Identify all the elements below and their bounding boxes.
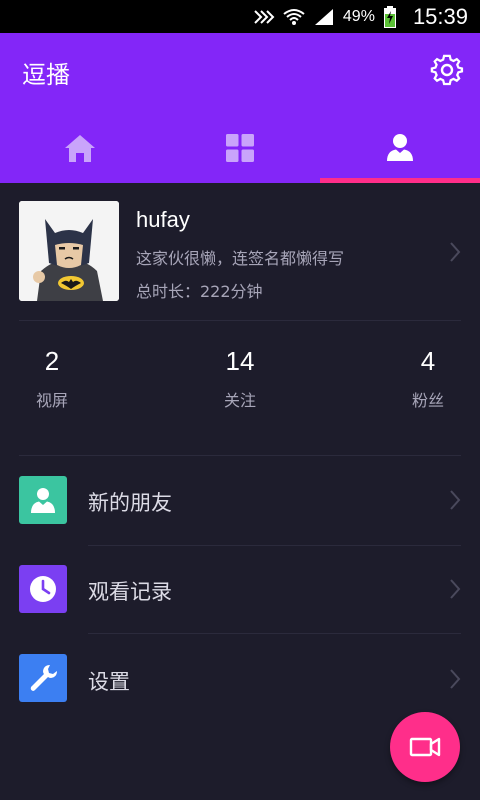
battery-charging-icon — [383, 5, 396, 28]
tab-profile[interactable] — [320, 113, 480, 183]
stat-value: 14 — [225, 346, 255, 376]
nfc-icon — [254, 9, 275, 24]
chevron-right-icon — [450, 242, 461, 262]
profile-bio: 这家伙很懒，连签名都懒得写 — [136, 249, 345, 268]
profile-header[interactable]: hufay 这家伙很懒，连签名都懒得写 总时长：222分钟 — [0, 183, 480, 320]
clock-time: 15:39 — [412, 3, 468, 29]
menu-item-watch-history[interactable]: 观看记录 — [0, 545, 480, 633]
stat-videos[interactable]: 2 视屏 — [0, 346, 112, 411]
stat-label: 粉丝 — [411, 391, 444, 410]
stat-label: 关注 — [223, 391, 256, 410]
divider — [19, 320, 461, 321]
gear-icon[interactable] — [430, 53, 464, 87]
grid-icon — [226, 134, 254, 162]
history-icon-tile — [19, 565, 67, 613]
wrench-icon — [30, 665, 57, 691]
app-title: 逗播 — [22, 61, 70, 89]
tab-home[interactable] — [0, 113, 160, 183]
friends-icon-tile — [19, 476, 67, 524]
menu-item-label: 新的朋友 — [88, 491, 172, 515]
avatar — [19, 201, 119, 301]
username: hufay — [136, 207, 190, 232]
stat-followers[interactable]: 4 粉丝 — [368, 346, 480, 411]
menu-item-label: 设置 — [88, 670, 130, 694]
chevron-right-icon — [450, 579, 461, 599]
stat-value: 2 — [44, 346, 60, 376]
settings-icon-tile — [19, 654, 67, 702]
status-bar: 49% 15:39 — [0, 0, 480, 33]
wifi-icon — [283, 8, 305, 25]
menu-item-label: 观看记录 — [88, 580, 172, 604]
chevron-right-icon — [450, 490, 461, 510]
person-icon — [387, 134, 413, 161]
menu-item-new-friends[interactable]: 新的朋友 — [0, 456, 480, 544]
tab-bar — [0, 113, 480, 183]
app-bar: 逗播 — [0, 33, 480, 113]
person-icon — [31, 488, 55, 513]
tab-discover[interactable] — [160, 113, 320, 183]
menu-item-settings[interactable]: 设置 — [0, 633, 480, 721]
stats-row: 2 视屏 14 关注 4 粉丝 — [0, 338, 480, 418]
home-icon — [65, 135, 95, 162]
chevron-right-icon — [450, 669, 461, 689]
video-camera-icon — [409, 737, 441, 757]
profile-duration: 总时长：222分钟 — [136, 282, 263, 301]
signal-icon — [314, 8, 333, 25]
stat-following[interactable]: 14 关注 — [180, 346, 300, 411]
record-video-fab[interactable] — [390, 712, 460, 782]
stat-label: 视屏 — [35, 391, 68, 410]
battery-percent: 49% — [342, 7, 375, 25]
clock-icon — [30, 576, 56, 602]
stat-value: 4 — [420, 346, 436, 376]
